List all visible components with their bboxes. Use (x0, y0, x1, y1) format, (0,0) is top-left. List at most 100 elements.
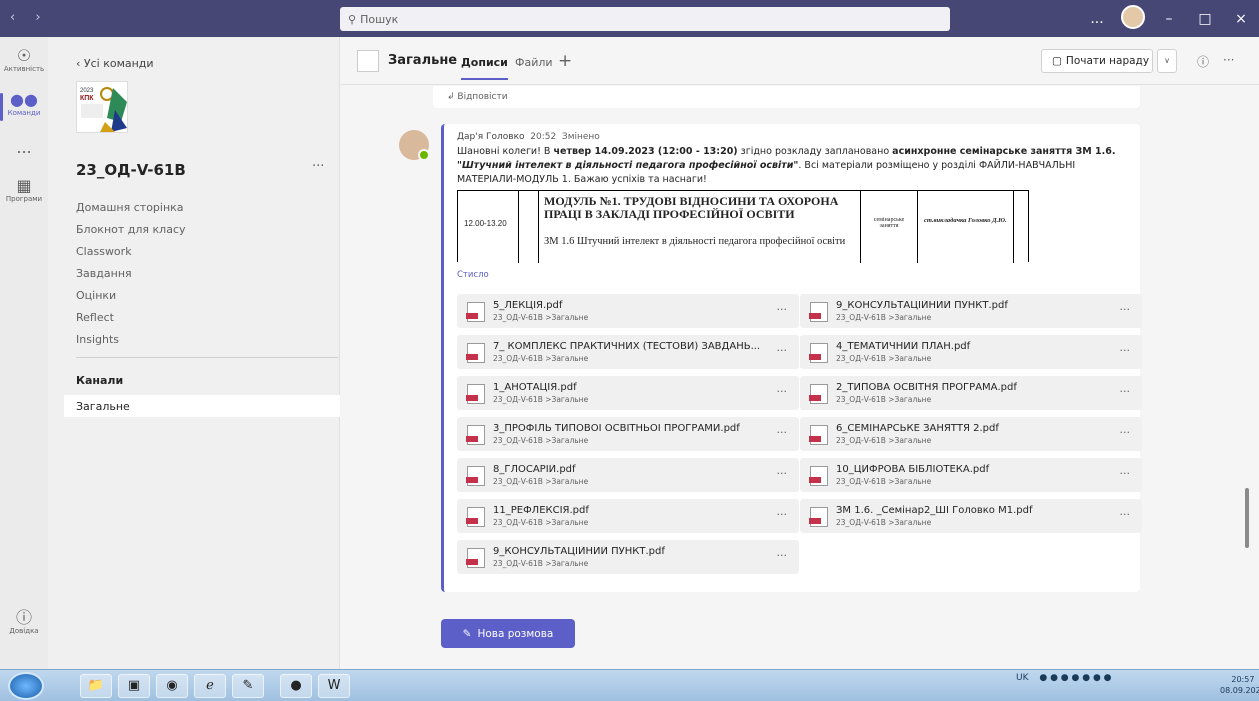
msg-lesson: асинхронне семінарське заняття ЗМ 1.6. (892, 146, 1116, 157)
rail-help[interactable]: ⓘ Довідка (0, 609, 48, 636)
rail-apps-label: Програми (5, 195, 43, 203)
file-more-icon[interactable]: ··· (1120, 385, 1131, 398)
svg-text:КПК: КПК (80, 95, 94, 102)
teams-taskbar-icon[interactable]: ● (280, 674, 312, 698)
team-more-icon[interactable]: ··· (312, 159, 324, 174)
ie-icon[interactable]: ℯ (194, 674, 226, 698)
explorer-icon[interactable]: 📁 (80, 674, 112, 698)
file-more-icon[interactable]: ··· (777, 508, 788, 521)
rail-teams[interactable]: ●● Команди (0, 90, 48, 121)
file-card[interactable]: 6_СЕМІНАРСЬКЕ ЗАНЯТТЯ 2.pdf 23_ОД-V-61B >… (800, 417, 1142, 451)
rail-apps[interactable]: ▦ Програми (0, 176, 48, 204)
more-icon: ... (16, 138, 32, 157)
paint-icon[interactable]: ✎ (232, 674, 264, 698)
file-more-icon[interactable]: ··· (1120, 344, 1131, 357)
pdf-icon (466, 302, 485, 322)
author-name[interactable]: Дар'я Головко (457, 132, 525, 142)
file-card[interactable]: 3_ПРОФІЛЬ ТИПОВОЇ ОСВІТНЬОЇ ПРОГРАМИ.pdf… (457, 417, 799, 451)
user-avatar[interactable] (1115, 4, 1151, 33)
pdf-icon (466, 466, 485, 486)
rail-more[interactable]: ... (0, 139, 48, 157)
author-avatar[interactable] (399, 130, 430, 161)
channel-logo (357, 50, 379, 72)
msg-text: Шановні колеги! В (457, 146, 554, 157)
meeting-dropdown[interactable]: ∨ (1157, 49, 1177, 73)
more-options-icon[interactable]: ... (1079, 11, 1115, 27)
new-conversation-button[interactable]: ✎ Нова розмова (441, 619, 575, 648)
sidebar-item-home[interactable]: Домашня сторінка (76, 201, 184, 214)
file-more-icon[interactable]: ··· (777, 385, 788, 398)
file-card[interactable]: 2_ТИПОВА ОСВІТНЯ ПРОГРАМА.pdf 23_ОД-V-61B… (800, 376, 1142, 410)
file-more-icon[interactable]: ··· (1120, 508, 1131, 521)
pdf-icon (466, 548, 485, 568)
forward-arrow-icon[interactable]: › (35, 10, 48, 25)
reply-icon: ↲ (447, 92, 458, 102)
file-more-icon[interactable]: ··· (1120, 426, 1131, 439)
file-name: 4_ТЕМАТИЧНИЙ ПЛАН.pdf (836, 341, 971, 352)
close-button[interactable]: × (1223, 11, 1259, 27)
file-name: 1_АНОТАЦІЯ.pdf (493, 382, 577, 393)
header-more-icon[interactable]: ··· (1223, 53, 1234, 67)
message-body: Шановні колеги! В четвер 14.09.2023 (12:… (457, 145, 1137, 187)
outlook-icon[interactable]: ▣ (118, 674, 150, 698)
file-more-icon[interactable]: ··· (777, 426, 788, 439)
channel-title: Загальне (388, 53, 458, 68)
scrollbar[interactable] (1245, 488, 1249, 548)
pdf-icon (809, 384, 828, 404)
info-icon[interactable]: ⓘ (1197, 53, 1209, 70)
file-more-icon[interactable]: ··· (777, 344, 788, 357)
file-card[interactable]: 11_РЕФЛЕКСІЯ.pdf 23_ОД-V-61B >Загальне ··· (457, 499, 799, 533)
sidebar-item-grades[interactable]: Оцінки (76, 289, 116, 302)
msg-text: згідно розкладу заплановано (737, 146, 893, 157)
pdf-icon (466, 507, 485, 527)
rail-teams-label: Команди (7, 109, 41, 117)
teams-icon: ●● (10, 90, 38, 109)
file-name: 5_ЛЕКЦІЯ.pdf (493, 300, 563, 311)
minimize-button[interactable]: – (1151, 11, 1187, 27)
sidebar-item-notebook[interactable]: Блокнот для класу (76, 223, 186, 236)
file-card[interactable]: 8_ГЛОСАРІЙ.pdf 23_ОД-V-61B >Загальне ··· (457, 458, 799, 492)
file-card[interactable]: ЗМ 1.6. _Семінар2_ШІ Головко М1.pdf 23_ОД… (800, 499, 1142, 533)
tab-posts[interactable]: Дописи (461, 56, 508, 80)
sidebar-item-insights[interactable]: Insights (76, 333, 119, 346)
chrome-icon[interactable]: ◉ (156, 674, 188, 698)
file-more-icon[interactable]: ··· (777, 467, 788, 480)
maximize-button[interactable]: □ (1187, 11, 1223, 27)
file-card[interactable]: 9_КОНСУЛЬТАЦІЙНИЙ ПУНКТ.pdf 23_ОД-V-61B >… (457, 540, 799, 574)
start-meeting-button[interactable]: ▢ Почати нараду (1041, 49, 1153, 73)
msg-topic: "Штучний інтелект в діяльності педагога … (457, 160, 799, 171)
file-more-icon[interactable]: ··· (1120, 467, 1131, 480)
file-card[interactable]: 5_ЛЕКЦІЯ.pdf 23_ОД-V-61B >Загальне ··· (457, 294, 799, 328)
language-indicator[interactable]: UK (1016, 673, 1029, 683)
file-card[interactable]: 9_КОНСУЛЬТАЦІЙНИЙ ПУНКТ.pdf 23_ОД-V-61B >… (800, 294, 1142, 328)
file-path: 23_ОД-V-61B >Загальне (493, 354, 589, 363)
pdf-icon (466, 425, 485, 445)
camera-icon: ▢ (1052, 55, 1062, 67)
file-more-icon[interactable]: ··· (777, 549, 788, 562)
sidebar-item-classwork[interactable]: Classwork (76, 245, 132, 258)
channel-general[interactable]: Загальне (64, 395, 340, 417)
file-more-icon[interactable]: ··· (777, 303, 788, 316)
reply-link[interactable]: ↲ Відповісти (433, 86, 1140, 108)
apps-icon: ▦ (16, 176, 32, 195)
back-arrow-icon[interactable]: ‹ (10, 10, 23, 25)
tray-icons[interactable]: ● ● ● ● ● ● ● (1039, 673, 1111, 683)
add-tab-icon[interactable]: + (558, 51, 572, 71)
clock[interactable]: 20:57 08.09.2023 (1220, 674, 1259, 696)
file-card[interactable]: 7_ КОМПЛЕКС ПРАКТИЧНИХ (ТЕСТОВИ) ЗАВДАНЬ… (457, 335, 799, 369)
file-name: 9_КОНСУЛЬТАЦІЙНИЙ ПУНКТ.pdf (836, 300, 1008, 311)
file-card[interactable]: 4_ТЕМАТИЧНИЙ ПЛАН.pdf 23_ОД-V-61B >Загаль… (800, 335, 1142, 369)
edited-label: Змінено (561, 132, 600, 142)
search-input[interactable]: ⚲ Пошук (340, 7, 950, 31)
sidebar-item-reflect[interactable]: Reflect (76, 311, 114, 324)
start-button[interactable] (8, 672, 44, 700)
file-card[interactable]: 10_ЦИФРОВА БІБЛІОТЕКА.pdf 23_ОД-V-61B >За… (800, 458, 1142, 492)
rail-activity[interactable]: ☉ Активність (0, 47, 48, 74)
tab-files[interactable]: Файли (515, 56, 553, 69)
file-card[interactable]: 1_АНОТАЦІЯ.pdf 23_ОД-V-61B >Загальне ··· (457, 376, 799, 410)
all-teams-link[interactable]: ‹ Усі команди (76, 57, 154, 70)
file-more-icon[interactable]: ··· (1120, 303, 1131, 316)
sidebar-item-assignments[interactable]: Завдання (76, 267, 132, 280)
collapse-link[interactable]: Стисло (457, 270, 489, 280)
word-icon[interactable]: W (318, 674, 350, 698)
